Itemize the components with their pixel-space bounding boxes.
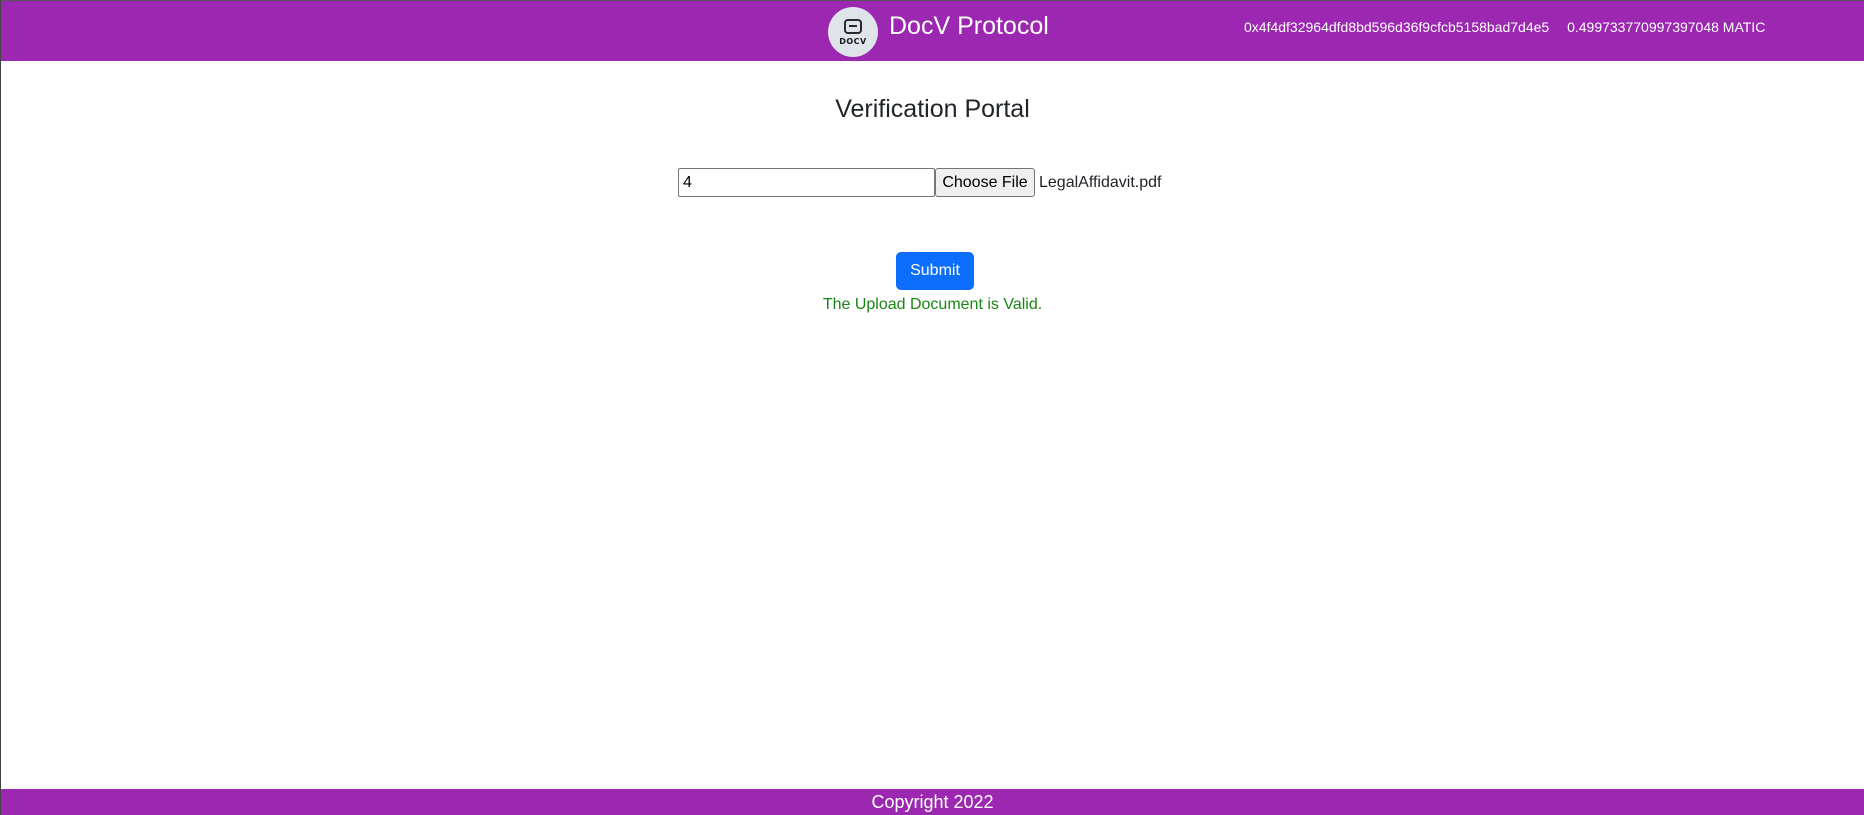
choose-file-button[interactable]: Choose File — [935, 168, 1035, 197]
page-title: Verification Portal — [835, 95, 1030, 123]
document-id-input[interactable] — [678, 168, 935, 197]
wallet-info: 0x4f4df32964dfd8bd596d36f9cfcb5158bad7d4… — [1244, 18, 1765, 36]
validation-status-message: The Upload Document is Valid. — [822, 296, 1043, 313]
copyright-text: Copyright 2022 — [871, 792, 994, 812]
page: DOCV DocV Protocol 0x4f4df32964dfd8bd596… — [0, 0, 1864, 815]
chat-bubble-icon — [844, 18, 862, 34]
docv-logo-icon[interactable]: DOCV — [828, 7, 878, 57]
selected-file-name: LegalAffidavit.pdf — [1039, 174, 1162, 191]
brand-title[interactable]: DocV Protocol — [889, 11, 1049, 41]
footer: Copyright 2022 — [1, 789, 1864, 815]
wallet-balance: 0.499733770997397048 MATIC — [1567, 19, 1766, 35]
top-navbar: DOCV DocV Protocol 0x4f4df32964dfd8bd596… — [1, 1, 1864, 61]
submit-button[interactable]: Submit — [896, 252, 974, 290]
wallet-address: 0x4f4df32964dfd8bd596d36f9cfcb5158bad7d4… — [1244, 19, 1550, 35]
logo-text: DOCV — [839, 36, 867, 46]
